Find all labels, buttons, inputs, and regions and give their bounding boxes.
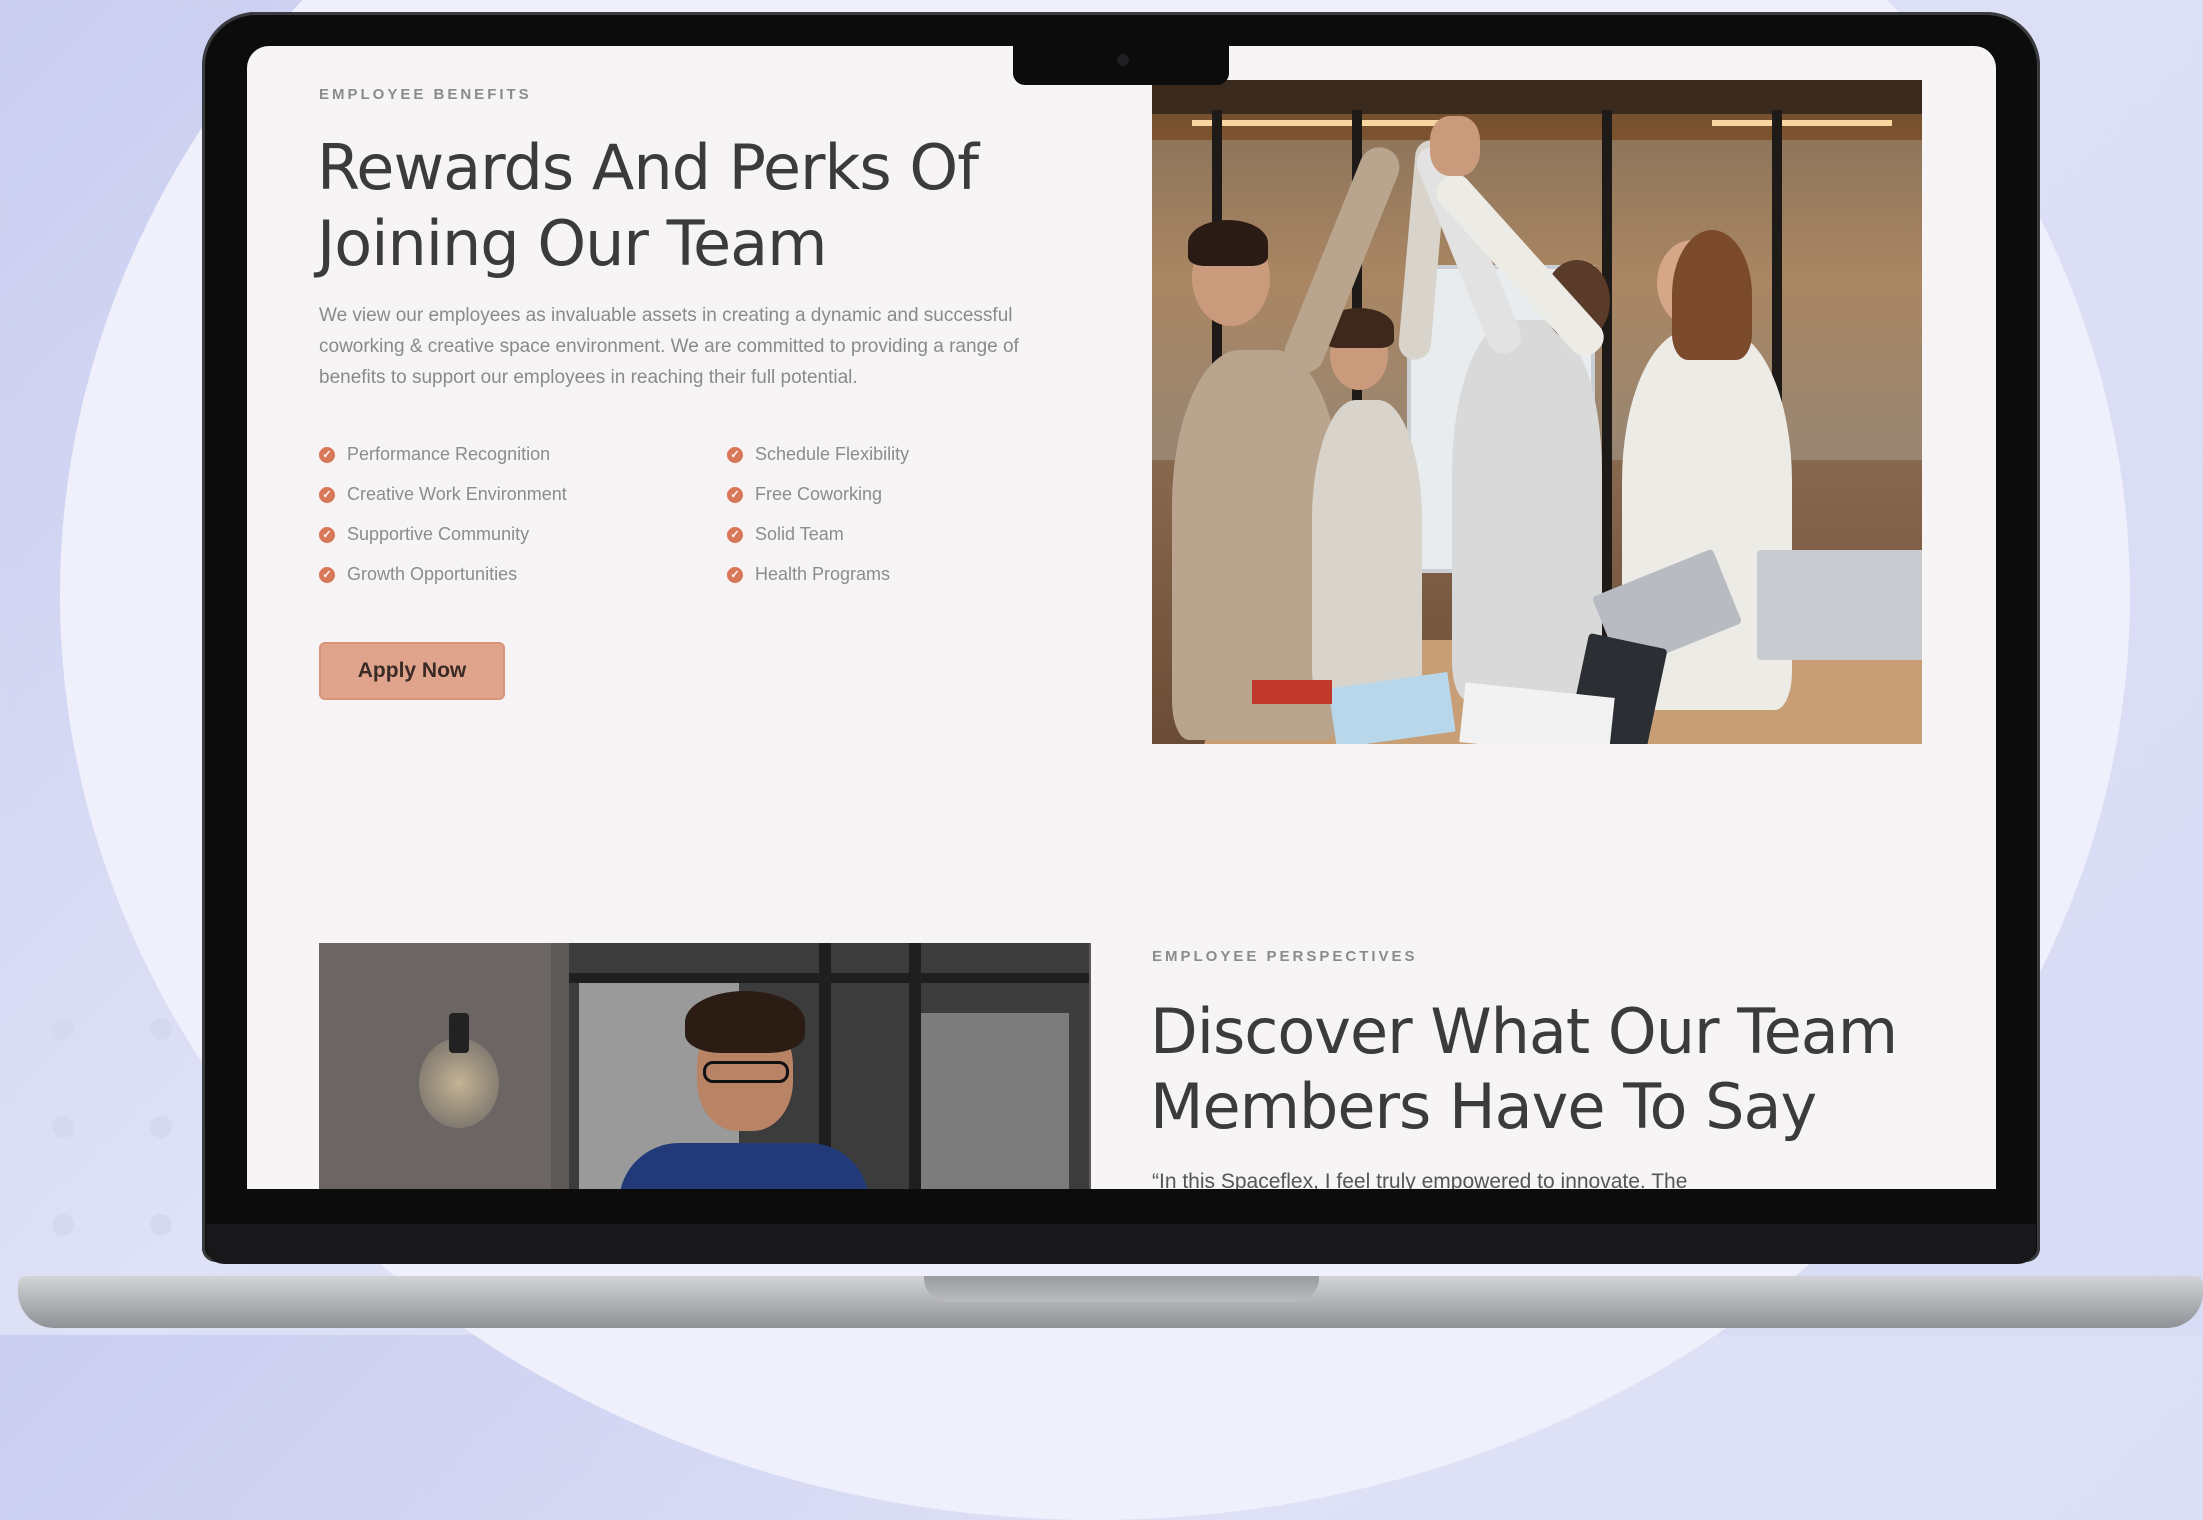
benefit-label: Solid Team bbox=[755, 524, 844, 544]
wall-lamp bbox=[449, 1013, 469, 1053]
dot bbox=[52, 1018, 74, 1040]
person-hair bbox=[685, 991, 805, 1053]
ceiling-light bbox=[1192, 120, 1452, 126]
red-folder bbox=[1252, 680, 1332, 704]
benefit-item: ✓ Creative Work Environment bbox=[319, 484, 567, 505]
benefit-label: Health Programs bbox=[755, 564, 891, 584]
window-frame bbox=[909, 943, 921, 1189]
perspectives-title-line1: Discover What Our Team bbox=[1150, 995, 1898, 1068]
window-frame bbox=[1602, 110, 1612, 670]
perspectives-eyebrow: EMPLOYEE PERSPECTIVES bbox=[1152, 948, 1418, 965]
check-circle-icon: ✓ bbox=[727, 526, 743, 543]
dot bbox=[150, 1116, 172, 1138]
person-hair bbox=[1672, 230, 1752, 360]
benefit-item: ✓ Growth Opportunities bbox=[319, 564, 517, 585]
dot bbox=[150, 1018, 172, 1040]
benefits-title-line1: Rewards And Perks Of bbox=[317, 131, 979, 204]
benefit-label: Schedule Flexibility bbox=[755, 444, 910, 464]
check-circle-icon: ✓ bbox=[319, 526, 335, 543]
hands bbox=[1430, 116, 1480, 176]
dot bbox=[52, 1116, 74, 1138]
benefit-label: Free Coworking bbox=[755, 484, 883, 504]
laptop-base-notch bbox=[924, 1276, 1319, 1302]
open-laptop bbox=[1757, 550, 1922, 660]
check-circle-icon: ✓ bbox=[319, 566, 335, 583]
check-circle-icon: ✓ bbox=[727, 446, 743, 463]
ceiling-light bbox=[1712, 120, 1892, 126]
laptop-bottom-bezel bbox=[206, 1224, 2036, 1264]
check-circle-icon: ✓ bbox=[319, 486, 335, 503]
dot bbox=[150, 1214, 172, 1236]
person bbox=[1312, 400, 1422, 700]
benefit-label: Performance Recognition bbox=[347, 444, 551, 464]
benefits-title-line2: Joining Our Team bbox=[317, 207, 827, 280]
benefit-item: ✓ Health Programs bbox=[727, 564, 890, 585]
check-circle-icon: ✓ bbox=[727, 566, 743, 583]
check-circle-icon: ✓ bbox=[319, 446, 335, 463]
laptop-screen: EMPLOYEE BENEFITS Rewards And Perks Of J… bbox=[247, 46, 1996, 1189]
person-shirt bbox=[619, 1143, 869, 1189]
benefits-description: We view our employees as invaluable asse… bbox=[319, 305, 1019, 388]
perspectives-title-line2: Members Have To Say bbox=[1150, 1070, 1817, 1143]
dot bbox=[52, 1214, 74, 1236]
testimonial-quote: “In this Spaceflex, I feel truly empower… bbox=[1152, 1170, 1688, 1189]
benefit-item: ✓ Supportive Community bbox=[319, 524, 529, 545]
benefit-item: ✓ Performance Recognition bbox=[319, 444, 550, 465]
benefits-list: ✓ Performance Recognition ✓ Creative Wor… bbox=[319, 444, 1119, 594]
check-circle-icon: ✓ bbox=[727, 486, 743, 503]
person-hair bbox=[1188, 220, 1268, 266]
benefits-eyebrow: EMPLOYEE BENEFITS bbox=[319, 86, 532, 103]
team-high-five-photo bbox=[1152, 80, 1922, 744]
employee-portrait-photo bbox=[319, 943, 1091, 1189]
benefit-item: ✓ Solid Team bbox=[727, 524, 844, 545]
camera-icon bbox=[1117, 54, 1129, 66]
benefit-item: ✓ Free Coworking bbox=[727, 484, 882, 505]
photo-ceiling bbox=[1152, 80, 1922, 114]
person-glasses bbox=[703, 1061, 789, 1083]
decorative-dots bbox=[40, 1010, 200, 1240]
benefit-label: Creative Work Environment bbox=[347, 484, 567, 504]
person bbox=[1452, 320, 1602, 700]
apply-now-button[interactable]: Apply Now bbox=[319, 642, 505, 700]
window-pane bbox=[919, 1013, 1069, 1189]
benefit-item: ✓ Schedule Flexibility bbox=[727, 444, 909, 465]
benefit-label: Growth Opportunities bbox=[347, 564, 518, 584]
benefit-label: Supportive Community bbox=[347, 524, 530, 544]
